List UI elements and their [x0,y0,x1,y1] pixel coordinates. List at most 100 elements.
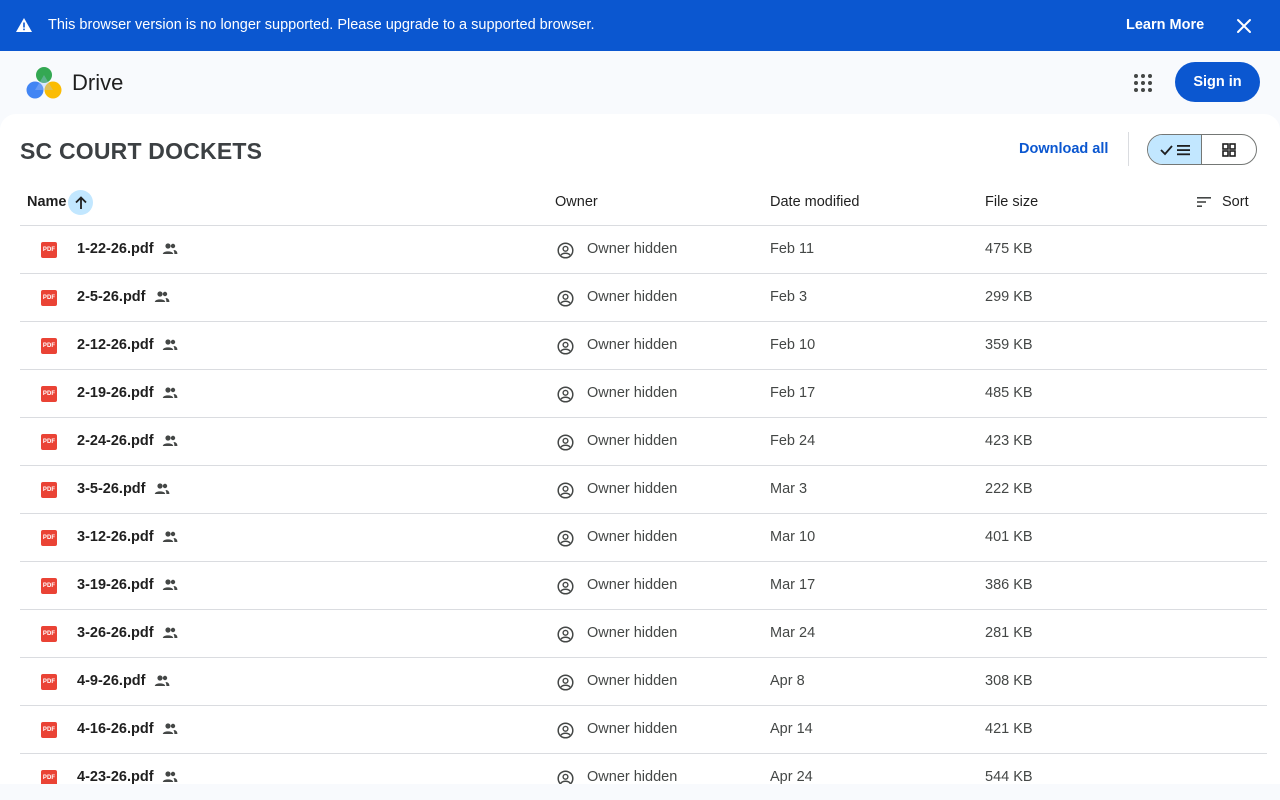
pdf-file-icon: PDF [41,434,57,450]
file-name[interactable]: 1-22-26.pdf [77,241,154,257]
date-modified: Apr 8 [770,673,805,689]
folder-view: SC COURT DOCKETS Download all Name Owner… [0,114,1280,784]
date-modified: Feb 3 [770,289,808,305]
file-row[interactable]: PDF 2-12-26.pdf Owner hidden Feb 10 359 KB [20,322,1267,370]
shared-people-icon [162,627,178,638]
account-circle-icon [557,482,574,499]
date-modified: Mar 10 [770,529,816,545]
file-row[interactable]: PDF 3-12-26.pdf Owner hidden Mar 10 401 KB [20,514,1267,562]
shared-people-icon [154,483,170,494]
shared-people-icon [162,435,178,446]
divider [1128,132,1129,166]
column-header-owner: Owner [555,194,598,210]
pdf-file-icon: PDF [41,242,57,258]
file-name[interactable]: 4-16-26.pdf [77,721,154,737]
grid-view-button[interactable] [1202,135,1256,164]
owner-label: Owner hidden [587,673,678,689]
shared-people-icon [162,579,178,590]
account-circle-icon [557,770,574,784]
file-name[interactable]: 3-19-26.pdf [77,577,154,593]
pdf-file-icon: PDF [41,578,57,594]
pdf-file-icon: PDF [41,290,57,306]
owner-label: Owner hidden [587,529,678,545]
pdf-file-icon: PDF [41,386,57,402]
drive-logo-icon[interactable] [26,66,62,99]
file-name[interactable]: 3-5-26.pdf [77,481,146,497]
date-modified: Feb 17 [770,385,816,401]
sort-button[interactable]: Sort [1196,194,1249,210]
file-name[interactable]: 2-12-26.pdf [77,337,154,353]
shared-people-icon [162,723,178,734]
owner-label: Owner hidden [587,769,678,784]
file-name[interactable]: 3-26-26.pdf [77,625,154,641]
owner-label: Owner hidden [587,337,678,353]
pdf-file-icon: PDF [41,530,57,546]
file-row[interactable]: PDF 2-24-26.pdf Owner hidden Feb 24 423 KB [20,418,1267,466]
owner-label: Owner hidden [587,241,678,257]
owner-label: Owner hidden [587,721,678,737]
file-name[interactable]: 2-5-26.pdf [77,289,146,305]
date-modified: Feb 24 [770,433,816,449]
folder-title: SC COURT DOCKETS [20,138,263,164]
file-name[interactable]: 4-9-26.pdf [77,673,146,689]
file-size: 421 KB [985,721,1033,737]
owner-label: Owner hidden [587,625,678,641]
owner-label: Owner hidden [587,433,678,449]
sign-in-button[interactable]: Sign in [1175,62,1260,102]
download-all-button[interactable]: Download all [1019,141,1108,157]
file-name[interactable]: 4-23-26.pdf [77,769,154,784]
file-row[interactable]: PDF 3-19-26.pdf Owner hidden Mar 17 386 KB [20,562,1267,610]
file-row[interactable]: PDF 1-22-26.pdf Owner hidden Feb 11 475 KB [20,226,1267,274]
close-icon[interactable] [1234,16,1254,36]
file-name[interactable]: 3-12-26.pdf [77,529,154,545]
file-size: 475 KB [985,241,1033,257]
file-size: 544 KB [985,769,1033,784]
file-size: 359 KB [985,337,1033,353]
shared-people-icon [162,771,178,782]
account-circle-icon [557,578,574,595]
apps-grid-icon[interactable] [1133,73,1153,93]
app-header: Drive Sign in [0,51,1280,114]
pdf-file-icon: PDF [41,722,57,738]
account-circle-icon [557,338,574,355]
brand-name[interactable]: Drive [72,70,123,96]
date-modified: Feb 11 [770,241,815,257]
file-size: 222 KB [985,481,1033,497]
account-circle-icon [557,434,574,451]
date-modified: Apr 24 [770,769,813,784]
column-header-size[interactable]: File size [985,194,1038,210]
pdf-file-icon: PDF [41,482,57,498]
file-row[interactable]: PDF 4-9-26.pdf Owner hidden Apr 8 308 KB [20,658,1267,706]
date-modified: Mar 17 [770,577,816,593]
sort-label: Sort [1222,194,1249,210]
file-row[interactable]: PDF 3-26-26.pdf Owner hidden Mar 24 281 KB [20,610,1267,658]
file-row[interactable]: PDF 4-16-26.pdf Owner hidden Apr 14 421 KB [20,706,1267,754]
file-size: 299 KB [985,289,1033,305]
shared-people-icon [162,387,178,398]
column-header-date[interactable]: Date modified [770,194,859,210]
file-size: 401 KB [985,529,1033,545]
list-view-button[interactable] [1148,135,1203,164]
file-row[interactable]: PDF 2-5-26.pdf Owner hidden Feb 3 299 KB [20,274,1267,322]
owner-label: Owner hidden [587,385,678,401]
pdf-file-icon: PDF [41,626,57,642]
file-row[interactable]: PDF 2-19-26.pdf Owner hidden Feb 17 485 KB [20,370,1267,418]
sort-direction-button[interactable] [68,190,93,215]
owner-label: Owner hidden [587,289,678,305]
shared-people-icon [162,531,178,542]
file-size: 308 KB [985,673,1033,689]
owner-label: Owner hidden [587,481,678,497]
date-modified: Mar 3 [770,481,808,497]
account-circle-icon [557,674,574,691]
file-row[interactable]: PDF 3-5-26.pdf Owner hidden Mar 3 222 KB [20,466,1267,514]
column-header-name[interactable]: Name [27,194,67,210]
file-name[interactable]: 2-24-26.pdf [77,433,154,449]
account-circle-icon [557,626,574,643]
grid-icon [1222,142,1236,157]
pdf-file-icon: PDF [41,770,57,784]
account-circle-icon [557,290,574,307]
learn-more-link[interactable]: Learn More [1126,17,1204,33]
file-name[interactable]: 2-19-26.pdf [77,385,154,401]
file-size: 423 KB [985,433,1033,449]
file-row[interactable]: PDF 4-23-26.pdf Owner hidden Apr 24 544 KB [20,754,1267,784]
